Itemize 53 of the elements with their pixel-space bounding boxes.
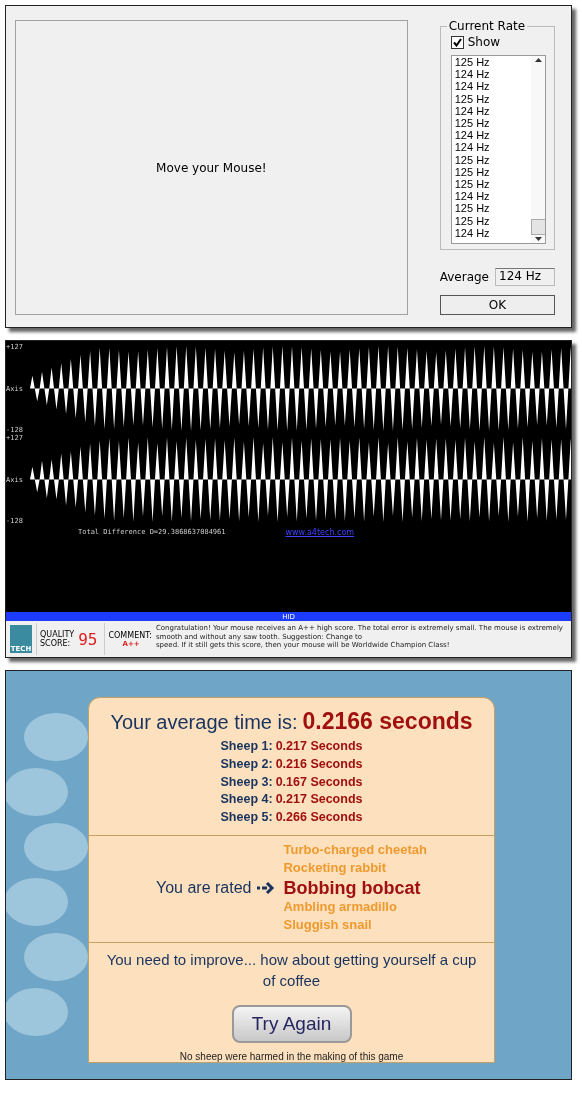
sheep-label: Sheep 4:: [220, 791, 273, 809]
quality-label: QUALITY: [40, 630, 75, 639]
rate-list[interactable]: 125 Hz 124 Hz 124 Hz 125 Hz 124 Hz 125 Hz 124 Hz 124 Hz 125 Hz 125 Hz 125 Hz 124 Hz 125 Hz 125 Hz 124 Hz: [450, 55, 546, 244]
list-item[interactable]: 125 Hz: [454, 178, 531, 191]
rating-option: Rocketing rabbit: [283, 859, 427, 878]
rating-option: Sluggish snail: [283, 916, 427, 935]
prompt-text: Move your Mouse!: [156, 160, 267, 175]
checkbox-label: Show: [467, 35, 501, 49]
advice-text: You need to improve... how about getting yourself a cup of coffee: [105, 950, 478, 991]
list-item[interactable]: 124 Hz: [454, 190, 531, 203]
sheep-time: 0.216 Seconds: [275, 755, 363, 773]
average-value: 0.2166 seconds: [302, 708, 473, 735]
score-label: SCORE:: [40, 639, 71, 648]
scroll-down-icon[interactable]: [534, 237, 542, 241]
sheep-time: 0.217 Seconds: [275, 791, 363, 809]
ok-button[interactable]: OK: [439, 295, 555, 315]
show-checkbox[interactable]: [450, 35, 464, 49]
average-field: 124 Hz: [495, 268, 555, 286]
list-item[interactable]: 124 Hz: [454, 104, 531, 117]
list-item[interactable]: 124 Hz: [454, 80, 531, 93]
rating-option: Ambling armadillo: [283, 898, 427, 917]
sheep-time: 0.266 Seconds: [275, 809, 363, 827]
list-item[interactable]: 125 Hz: [454, 117, 531, 130]
list-item[interactable]: 125 Hz: [454, 92, 531, 105]
average-label: Average: [439, 270, 489, 284]
list-item[interactable]: 125 Hz: [454, 214, 531, 227]
group-title: Current Rate: [446, 19, 528, 33]
average-label: Your average time is:: [110, 711, 298, 734]
list-item[interactable]: 124 Hz: [454, 129, 531, 142]
sheep-label: Sheep 2:: [220, 755, 273, 773]
scrollbar[interactable]: [531, 56, 545, 243]
list-item[interactable]: 125 Hz: [454, 56, 531, 69]
rating-option: Bobbing bobcat: [283, 878, 427, 898]
list-item[interactable]: 125 Hz: [454, 153, 531, 166]
sheep-label: Sheep 1:: [220, 738, 273, 755]
score-value: 95: [78, 629, 98, 649]
footer-text: No sheep were harmed in the making of this game: [179, 1051, 404, 1062]
rated-label: You are rated: [156, 879, 252, 897]
mouse-area[interactable]: Move your Mouse!: [15, 20, 408, 315]
sheep-time: 0.217 Seconds: [275, 738, 363, 755]
sheep-time: 0.167 Seconds: [275, 773, 363, 791]
scroll-thumb[interactable]: [530, 219, 545, 235]
list-item[interactable]: 124 Hz: [454, 226, 531, 240]
list-item[interactable]: 124 Hz: [454, 141, 531, 154]
comment-label: COMMENT:: [108, 630, 152, 640]
try-again-button[interactable]: Try Again: [231, 1005, 352, 1043]
rating-option: Turbo-charged cheetah: [283, 841, 427, 860]
list-item[interactable]: 125 Hz: [454, 202, 531, 215]
scroll-up-icon[interactable]: [534, 58, 542, 62]
list-item[interactable]: 124 Hz: [454, 68, 531, 81]
sheep-label: Sheep 3:: [220, 773, 273, 791]
list-item[interactable]: 125 Hz: [454, 165, 531, 179]
sheep-label: Sheep 5:: [220, 809, 273, 827]
